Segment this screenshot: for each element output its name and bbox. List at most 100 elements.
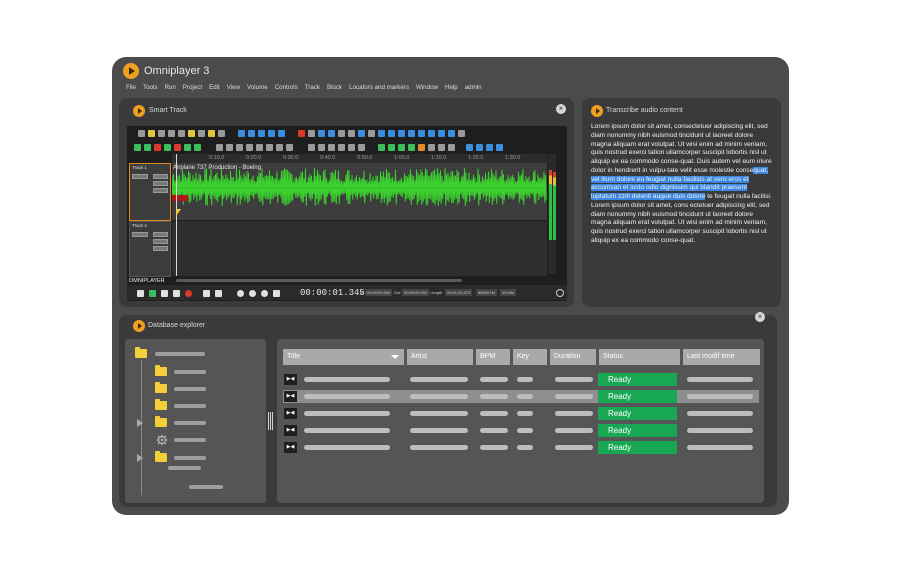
menu-tools[interactable]: Tools xyxy=(143,84,157,91)
undo-icon[interactable] xyxy=(298,129,305,137)
marker-icon[interactable] xyxy=(338,143,345,151)
audio-waveform[interactable] xyxy=(172,163,547,220)
track-lane-2[interactable] xyxy=(172,221,547,276)
track-button[interactable] xyxy=(153,239,168,244)
pencil-icon[interactable] xyxy=(368,129,375,137)
open-icon[interactable] xyxy=(148,129,155,137)
skip-forward-icon[interactable] xyxy=(215,289,222,297)
paste-icon[interactable] xyxy=(208,129,215,137)
loop-icon[interactable] xyxy=(378,143,385,151)
play-pause-icon[interactable]: ▶◀ xyxy=(284,442,297,453)
save-icon[interactable] xyxy=(158,129,165,137)
folder-icon[interactable] xyxy=(188,129,195,137)
menu-run[interactable]: Run xyxy=(164,84,175,91)
menu-edit[interactable]: Edit xyxy=(209,84,220,91)
expand-arrow-icon[interactable] xyxy=(137,419,143,427)
track-button[interactable] xyxy=(132,174,148,179)
play-pause-icon[interactable]: ▶◀ xyxy=(284,391,297,402)
skip-back-icon[interactable] xyxy=(203,289,210,297)
track-icon[interactable] xyxy=(184,143,191,151)
menu-controls[interactable]: Controls xyxy=(275,84,298,91)
track-button[interactable] xyxy=(153,188,168,193)
track-icon[interactable] xyxy=(164,143,171,151)
cut-icon[interactable] xyxy=(328,129,335,137)
menu-user[interactable]: admin xyxy=(465,84,482,91)
delete-icon[interactable] xyxy=(218,129,225,137)
play-pause-icon[interactable]: ▶◀ xyxy=(284,374,297,385)
zoom-out-icon[interactable] xyxy=(249,289,256,297)
record-track-icon[interactable] xyxy=(154,143,161,151)
export-icon[interactable] xyxy=(178,129,185,137)
marker-icon[interactable] xyxy=(348,143,355,151)
copy-icon[interactable] xyxy=(198,129,205,137)
marker-icon[interactable] xyxy=(358,143,365,151)
play-select-icon[interactable] xyxy=(149,289,156,297)
in-value[interactable]: 00:00:00.000 xyxy=(365,289,393,296)
tree-item-label[interactable] xyxy=(155,352,205,356)
menu-locators[interactable]: Locators and markers xyxy=(349,84,409,91)
folder-icon[interactable] xyxy=(135,347,147,358)
column-key[interactable]: Key xyxy=(513,349,547,365)
marker-icon[interactable] xyxy=(318,143,325,151)
paste-icon[interactable] xyxy=(348,129,355,137)
column-last-modif-time[interactable]: Last modif time xyxy=(683,349,760,365)
copy-icon[interactable] xyxy=(338,129,345,137)
chevron-down-icon[interactable] xyxy=(391,355,399,359)
zoom-fit-icon[interactable] xyxy=(261,289,268,297)
close-icon[interactable]: × xyxy=(755,312,765,322)
pause-icon[interactable] xyxy=(173,289,180,297)
play-pause-icon[interactable]: ▶◀ xyxy=(284,425,297,436)
play-icon[interactable] xyxy=(161,289,168,297)
print-icon[interactable] xyxy=(168,129,175,137)
folder-icon[interactable] xyxy=(155,399,167,410)
settings-icon[interactable] xyxy=(556,289,564,297)
waveform-icon[interactable] xyxy=(438,129,445,137)
play-pause-icon[interactable]: ▶◀ xyxy=(284,408,297,419)
zoom-in-icon[interactable] xyxy=(237,289,244,297)
loop-icon[interactable] xyxy=(398,143,405,151)
zoom-select-icon[interactable] xyxy=(273,289,280,297)
record-track-icon[interactable] xyxy=(174,143,181,151)
folder-icon[interactable] xyxy=(155,416,167,427)
menu-file[interactable]: File xyxy=(126,84,136,91)
tree-item-label[interactable] xyxy=(174,421,206,425)
tree-item-label[interactable] xyxy=(174,387,206,391)
track-button[interactable] xyxy=(153,232,168,237)
close-icon[interactable]: × xyxy=(556,104,566,114)
fade-out-icon[interactable] xyxy=(388,129,395,137)
align-icon[interactable] xyxy=(246,143,253,151)
stop-icon[interactable] xyxy=(137,289,144,297)
tree-item-label[interactable] xyxy=(189,485,223,489)
more-icon[interactable] xyxy=(458,129,465,137)
snap-icon[interactable] xyxy=(318,129,325,137)
align-icon[interactable] xyxy=(256,143,263,151)
track-button[interactable] xyxy=(153,174,168,179)
normalize-icon[interactable] xyxy=(398,129,405,137)
align-icon[interactable] xyxy=(286,143,293,151)
track-button[interactable] xyxy=(153,181,168,186)
column-title[interactable]: Title xyxy=(283,349,404,365)
zoom-icon[interactable] xyxy=(216,143,223,151)
align-icon[interactable] xyxy=(276,143,283,151)
mixer-icon[interactable] xyxy=(496,143,503,151)
clip-icon[interactable] xyxy=(428,143,435,151)
equalizer-icon[interactable] xyxy=(408,129,415,137)
loop-icon[interactable] xyxy=(408,143,415,151)
bit-depth[interactable]: 16 bits xyxy=(500,289,516,296)
menu-window[interactable]: Window xyxy=(416,84,438,91)
loop-icon[interactable] xyxy=(388,143,395,151)
wave-icon[interactable] xyxy=(268,129,275,137)
mixer-icon[interactable] xyxy=(466,143,473,151)
track-button[interactable] xyxy=(153,246,168,251)
clip-icon[interactable] xyxy=(448,143,455,151)
folder-icon[interactable] xyxy=(155,451,167,462)
folder-icon[interactable] xyxy=(155,365,167,376)
redo-icon[interactable] xyxy=(308,129,315,137)
sample-rate[interactable]: 48000 Hz xyxy=(476,289,498,296)
marker-icon[interactable] xyxy=(308,143,315,151)
clip-icon[interactable] xyxy=(438,143,445,151)
wave-icon[interactable] xyxy=(258,129,265,137)
track-header-1[interactable]: Track 1 xyxy=(129,163,171,221)
track-header-2[interactable]: Track 2 xyxy=(129,221,171,277)
tree-item-label[interactable] xyxy=(174,404,206,408)
